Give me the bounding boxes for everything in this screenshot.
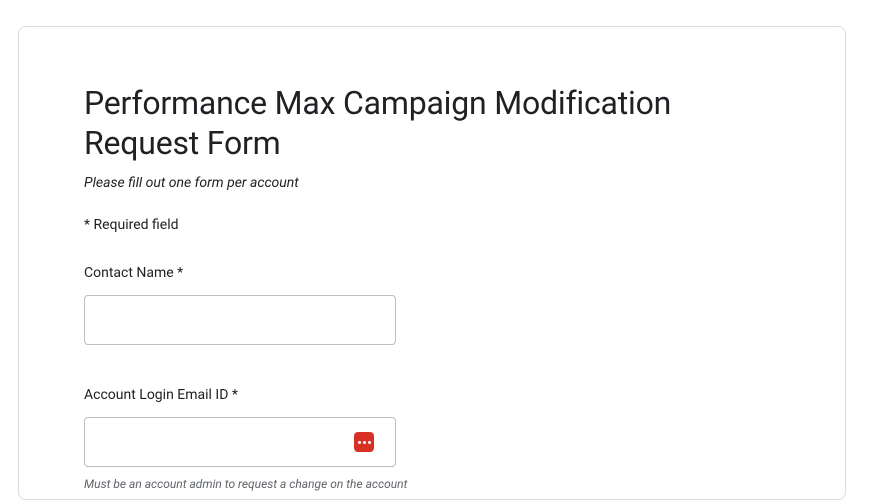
account-email-field: Account Login Email ID * Must be an acco… <box>84 387 780 491</box>
account-email-input[interactable] <box>84 417 396 467</box>
account-email-label: Account Login Email ID * <box>84 387 780 403</box>
contact-name-input-wrap <box>84 295 396 345</box>
account-email-helper: Must be an account admin to request a ch… <box>84 477 780 491</box>
form-subtitle: Please fill out one form per account <box>84 175 780 191</box>
required-field-note: * Required field <box>84 217 780 233</box>
form-title: Performance Max Campaign Modification Re… <box>84 83 780 163</box>
contact-name-input[interactable] <box>84 295 396 345</box>
contact-name-label: Contact Name * <box>84 265 780 281</box>
password-manager-icon[interactable] <box>354 432 374 452</box>
form-card: Performance Max Campaign Modification Re… <box>18 26 846 500</box>
contact-name-field: Contact Name * <box>84 265 780 345</box>
account-email-input-wrap <box>84 417 396 467</box>
